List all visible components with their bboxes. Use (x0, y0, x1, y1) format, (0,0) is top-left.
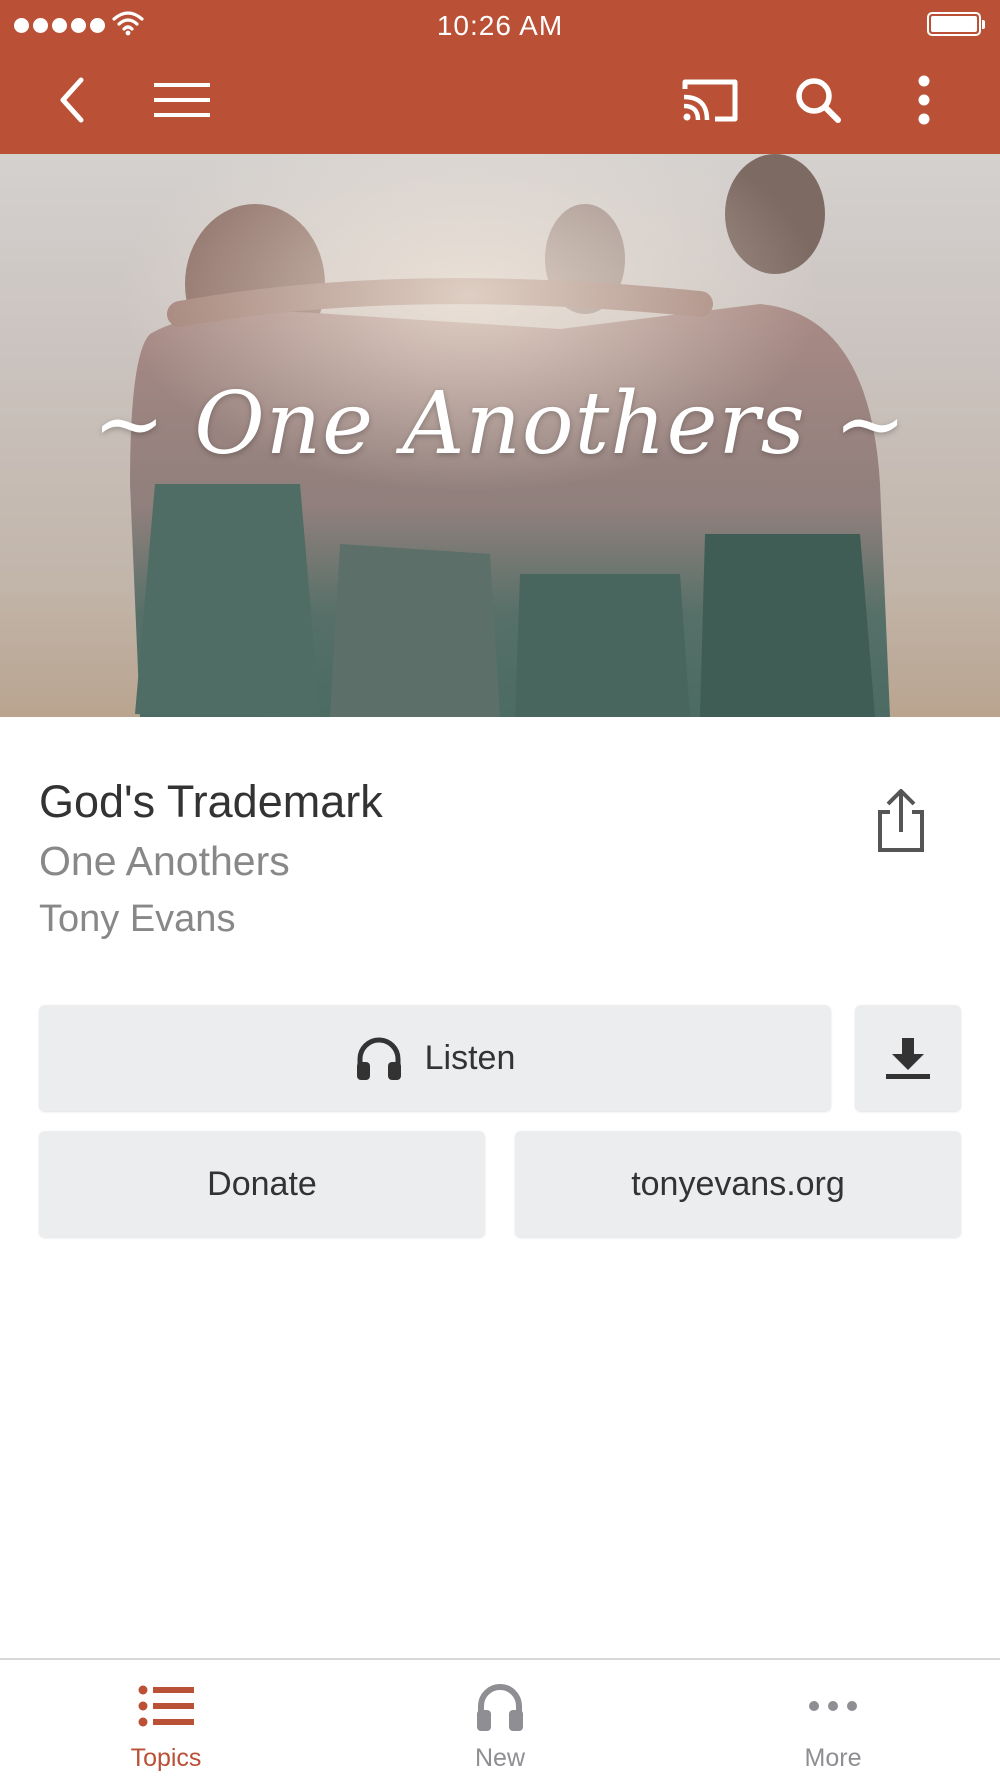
download-button[interactable] (855, 1005, 961, 1111)
list-icon (138, 1685, 194, 1727)
share-icon (878, 789, 924, 852)
tab-more-label: More (804, 1744, 862, 1772)
chevron-left-icon (60, 77, 84, 123)
share-button[interactable] (872, 786, 930, 856)
more-vertical-icon (918, 75, 930, 125)
search-button[interactable] (788, 70, 848, 130)
tab-more[interactable]: More (733, 1660, 933, 1780)
cast-icon (682, 79, 738, 122)
back-button[interactable] (42, 70, 102, 130)
listen-label: Listen (424, 1038, 516, 1077)
listen-button[interactable]: Listen (39, 1005, 831, 1111)
headphones-icon (356, 1037, 401, 1080)
overflow-menu-button[interactable] (894, 70, 954, 130)
search-icon (796, 78, 841, 123)
hamburger-menu-icon (154, 83, 210, 117)
cast-button[interactable] (680, 70, 740, 130)
series-hero-image: ~ One Anothers ~ (0, 154, 1000, 717)
headphones-icon (477, 1684, 523, 1731)
tab-topics[interactable]: Topics (66, 1660, 266, 1780)
menu-button[interactable] (152, 70, 212, 130)
website-link-button[interactable]: tonyevans.org (515, 1131, 961, 1237)
tab-new-label: New (474, 1744, 525, 1772)
donate-label: Donate (207, 1164, 317, 1203)
series-name: One Anothers (39, 838, 290, 884)
download-icon (886, 1038, 930, 1079)
hero-title: ~ One Anothers ~ (92, 374, 908, 474)
bottom-tab-bar: Topics New More (0, 1658, 1000, 1780)
battery-icon (927, 12, 985, 36)
status-time: 10:26 AM (436, 10, 564, 41)
tab-new[interactable]: New (400, 1660, 600, 1780)
website-label: tonyevans.org (631, 1164, 845, 1203)
tab-topics-label: Topics (130, 1744, 202, 1772)
sermon-title: God's Trademark (39, 776, 383, 827)
app-header: 10:26 AM (0, 0, 1000, 154)
status-bar: 10:26 AM (0, 0, 1000, 50)
donate-button[interactable]: Donate (39, 1131, 485, 1237)
more-horizontal-icon (809, 1701, 857, 1711)
speaker-name: Tony Evans (39, 898, 236, 940)
